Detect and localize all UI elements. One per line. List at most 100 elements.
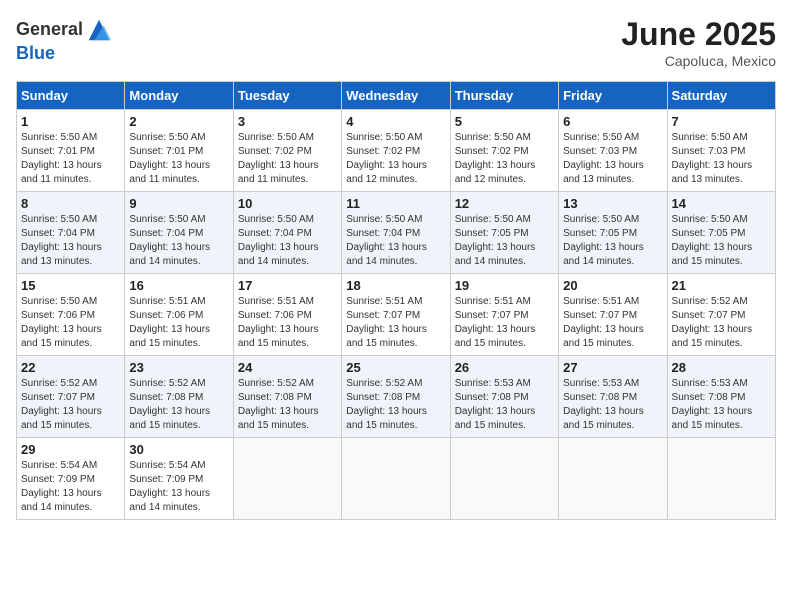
calendar-cell (342, 438, 450, 520)
calendar-cell: 18 Sunrise: 5:51 AM Sunset: 7:07 PM Dayl… (342, 274, 450, 356)
header-wednesday: Wednesday (342, 82, 450, 110)
calendar-cell: 26 Sunrise: 5:53 AM Sunset: 7:08 PM Dayl… (450, 356, 558, 438)
day-number: 15 (21, 278, 120, 293)
calendar-cell: 25 Sunrise: 5:52 AM Sunset: 7:08 PM Dayl… (342, 356, 450, 438)
calendar-table: Sunday Monday Tuesday Wednesday Thursday… (16, 81, 776, 520)
calendar-cell: 21 Sunrise: 5:52 AM Sunset: 7:07 PM Dayl… (667, 274, 775, 356)
calendar-cell: 27 Sunrise: 5:53 AM Sunset: 7:08 PM Dayl… (559, 356, 667, 438)
header-sunday: Sunday (17, 82, 125, 110)
day-info: Sunrise: 5:50 AM Sunset: 7:04 PM Dayligh… (21, 213, 120, 269)
calendar-week-2: 8 Sunrise: 5:50 AM Sunset: 7:04 PM Dayli… (17, 192, 776, 274)
day-number: 6 (563, 114, 662, 129)
calendar-cell (233, 438, 341, 520)
day-info: Sunrise: 5:51 AM Sunset: 7:06 PM Dayligh… (129, 295, 228, 351)
day-number: 29 (21, 442, 120, 457)
day-number: 22 (21, 360, 120, 375)
calendar-cell: 10 Sunrise: 5:50 AM Sunset: 7:04 PM Dayl… (233, 192, 341, 274)
day-number: 30 (129, 442, 228, 457)
calendar-cell (450, 438, 558, 520)
day-info: Sunrise: 5:50 AM Sunset: 7:04 PM Dayligh… (238, 213, 337, 269)
calendar-cell: 1 Sunrise: 5:50 AM Sunset: 7:01 PM Dayli… (17, 110, 125, 192)
day-number: 20 (563, 278, 662, 293)
day-info: Sunrise: 5:50 AM Sunset: 7:04 PM Dayligh… (129, 213, 228, 269)
day-number: 12 (455, 196, 554, 211)
day-number: 25 (346, 360, 445, 375)
calendar-cell (559, 438, 667, 520)
day-number: 8 (21, 196, 120, 211)
header-row: Sunday Monday Tuesday Wednesday Thursday… (17, 82, 776, 110)
day-number: 10 (238, 196, 337, 211)
day-info: Sunrise: 5:51 AM Sunset: 7:07 PM Dayligh… (455, 295, 554, 351)
calendar-cell: 17 Sunrise: 5:51 AM Sunset: 7:06 PM Dayl… (233, 274, 341, 356)
day-info: Sunrise: 5:50 AM Sunset: 7:05 PM Dayligh… (563, 213, 662, 269)
day-info: Sunrise: 5:51 AM Sunset: 7:07 PM Dayligh… (563, 295, 662, 351)
day-info: Sunrise: 5:52 AM Sunset: 7:07 PM Dayligh… (672, 295, 771, 351)
calendar-cell: 23 Sunrise: 5:52 AM Sunset: 7:08 PM Dayl… (125, 356, 233, 438)
calendar-title: June 2025 (621, 16, 776, 53)
day-number: 4 (346, 114, 445, 129)
day-number: 13 (563, 196, 662, 211)
day-number: 19 (455, 278, 554, 293)
day-info: Sunrise: 5:50 AM Sunset: 7:02 PM Dayligh… (238, 131, 337, 187)
day-number: 7 (672, 114, 771, 129)
header-friday: Friday (559, 82, 667, 110)
day-info: Sunrise: 5:50 AM Sunset: 7:03 PM Dayligh… (563, 131, 662, 187)
day-info: Sunrise: 5:50 AM Sunset: 7:05 PM Dayligh… (672, 213, 771, 269)
calendar-subtitle: Capoluca, Mexico (621, 53, 776, 69)
day-number: 17 (238, 278, 337, 293)
day-number: 1 (21, 114, 120, 129)
day-number: 18 (346, 278, 445, 293)
day-number: 3 (238, 114, 337, 129)
logo-icon (85, 16, 113, 44)
calendar-cell: 24 Sunrise: 5:52 AM Sunset: 7:08 PM Dayl… (233, 356, 341, 438)
day-info: Sunrise: 5:53 AM Sunset: 7:08 PM Dayligh… (455, 377, 554, 433)
calendar-week-1: 1 Sunrise: 5:50 AM Sunset: 7:01 PM Dayli… (17, 110, 776, 192)
day-info: Sunrise: 5:50 AM Sunset: 7:02 PM Dayligh… (455, 131, 554, 187)
calendar-week-4: 22 Sunrise: 5:52 AM Sunset: 7:07 PM Dayl… (17, 356, 776, 438)
day-number: 2 (129, 114, 228, 129)
day-info: Sunrise: 5:50 AM Sunset: 7:01 PM Dayligh… (21, 131, 120, 187)
calendar-cell: 11 Sunrise: 5:50 AM Sunset: 7:04 PM Dayl… (342, 192, 450, 274)
header-monday: Monday (125, 82, 233, 110)
header: General Blue June 2025 Capoluca, Mexico (16, 16, 776, 69)
calendar-cell: 15 Sunrise: 5:50 AM Sunset: 7:06 PM Dayl… (17, 274, 125, 356)
calendar-cell: 16 Sunrise: 5:51 AM Sunset: 7:06 PM Dayl… (125, 274, 233, 356)
day-info: Sunrise: 5:50 AM Sunset: 7:06 PM Dayligh… (21, 295, 120, 351)
day-number: 11 (346, 196, 445, 211)
day-number: 16 (129, 278, 228, 293)
day-number: 23 (129, 360, 228, 375)
day-info: Sunrise: 5:54 AM Sunset: 7:09 PM Dayligh… (21, 459, 120, 515)
calendar-cell: 3 Sunrise: 5:50 AM Sunset: 7:02 PM Dayli… (233, 110, 341, 192)
logo-blue: Blue (16, 44, 113, 64)
day-number: 28 (672, 360, 771, 375)
day-info: Sunrise: 5:51 AM Sunset: 7:07 PM Dayligh… (346, 295, 445, 351)
day-number: 5 (455, 114, 554, 129)
day-info: Sunrise: 5:51 AM Sunset: 7:06 PM Dayligh… (238, 295, 337, 351)
day-info: Sunrise: 5:54 AM Sunset: 7:09 PM Dayligh… (129, 459, 228, 515)
day-info: Sunrise: 5:50 AM Sunset: 7:03 PM Dayligh… (672, 131, 771, 187)
calendar-cell: 5 Sunrise: 5:50 AM Sunset: 7:02 PM Dayli… (450, 110, 558, 192)
calendar-cell: 13 Sunrise: 5:50 AM Sunset: 7:05 PM Dayl… (559, 192, 667, 274)
calendar-cell: 30 Sunrise: 5:54 AM Sunset: 7:09 PM Dayl… (125, 438, 233, 520)
day-number: 27 (563, 360, 662, 375)
day-info: Sunrise: 5:52 AM Sunset: 7:08 PM Dayligh… (238, 377, 337, 433)
calendar-cell: 8 Sunrise: 5:50 AM Sunset: 7:04 PM Dayli… (17, 192, 125, 274)
calendar-cell: 22 Sunrise: 5:52 AM Sunset: 7:07 PM Dayl… (17, 356, 125, 438)
day-info: Sunrise: 5:52 AM Sunset: 7:08 PM Dayligh… (129, 377, 228, 433)
calendar-cell: 4 Sunrise: 5:50 AM Sunset: 7:02 PM Dayli… (342, 110, 450, 192)
calendar-cell: 28 Sunrise: 5:53 AM Sunset: 7:08 PM Dayl… (667, 356, 775, 438)
day-info: Sunrise: 5:53 AM Sunset: 7:08 PM Dayligh… (563, 377, 662, 433)
logo-general: General (16, 20, 83, 40)
calendar-cell: 6 Sunrise: 5:50 AM Sunset: 7:03 PM Dayli… (559, 110, 667, 192)
header-saturday: Saturday (667, 82, 775, 110)
calendar-cell: 14 Sunrise: 5:50 AM Sunset: 7:05 PM Dayl… (667, 192, 775, 274)
calendar-week-3: 15 Sunrise: 5:50 AM Sunset: 7:06 PM Dayl… (17, 274, 776, 356)
day-number: 24 (238, 360, 337, 375)
day-info: Sunrise: 5:50 AM Sunset: 7:02 PM Dayligh… (346, 131, 445, 187)
day-number: 21 (672, 278, 771, 293)
header-tuesday: Tuesday (233, 82, 341, 110)
day-number: 14 (672, 196, 771, 211)
day-number: 26 (455, 360, 554, 375)
calendar-cell (667, 438, 775, 520)
day-info: Sunrise: 5:50 AM Sunset: 7:05 PM Dayligh… (455, 213, 554, 269)
